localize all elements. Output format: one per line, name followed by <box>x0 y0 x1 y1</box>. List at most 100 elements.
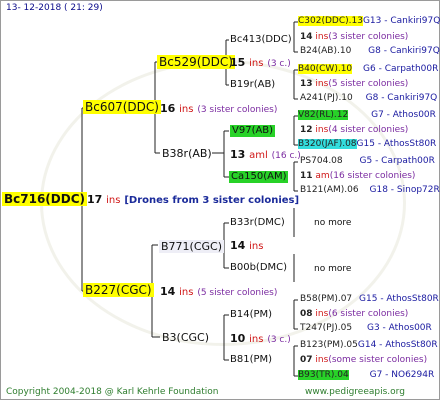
grandparent-queen-3[interactable]: B771(CGC) <box>159 240 225 253</box>
ggp-queen-6[interactable]: B00b(DMC) <box>230 263 287 273</box>
g4-2-sis: (5 sister colonies) <box>328 79 409 89</box>
site-link[interactable]: www.pedigreeapis.org <box>305 388 405 397</box>
root-count: 17 <box>87 193 103 206</box>
g4-3-bottom: B320(JAF).08G15 - AthosSt80R <box>298 139 437 149</box>
g4-3-top-id[interactable]: V82(RL).12 <box>298 110 349 120</box>
g4-4-top-loc: G5 - Carpath00R <box>359 156 435 166</box>
g4-8-sis: (some sister colonies) <box>328 355 428 365</box>
g4-7-bottom: T247(PJ).05 G3 - Athos00R <box>300 324 432 333</box>
g4-1-count-line: 14 ins(3 sister colonies) <box>300 33 408 42</box>
grandparent-4-ins-label: ins <box>249 334 264 345</box>
g4-7-count-line: 08 ins(6 sister colonies) <box>300 310 408 319</box>
g4-6-no-more: no more <box>314 264 352 274</box>
g4-8-top-id[interactable]: B123(PM).05 <box>300 340 358 350</box>
g4-4-sis: (16 sister colonies) <box>329 171 416 181</box>
mother-queen[interactable]: B227(CGC) <box>83 283 154 297</box>
ggp-queen-8[interactable]: B81(PM) <box>230 355 272 365</box>
father-ins-label: ins <box>179 104 194 115</box>
g4-1-ins: ins <box>315 32 329 42</box>
grandparent-4-count: 10 <box>230 332 246 345</box>
g4-2-bottom-id[interactable]: A241(PJ).10 <box>300 93 353 103</box>
g4-2-count-line: 13 ins(5 sister colonies) <box>300 80 408 89</box>
mother-count-line: 14 ins (5 sister colonies) <box>160 286 277 298</box>
grandparent-2-ins-label: aml <box>249 150 268 161</box>
grandparent-1-count-line: 15 ins (3 c.) <box>230 57 291 69</box>
g4-8-bottom: B93(TR).04 G7 - NO6294R <box>298 370 434 380</box>
mother-ins-label: ins <box>179 287 194 298</box>
g4-2-top-id[interactable]: B40(CW).10 <box>298 64 353 74</box>
g4-1-top-id[interactable]: C302(DDC).13 <box>298 16 363 26</box>
g4-4-bottom-loc: G18 - Sinop72R <box>369 185 440 195</box>
g4-4-count-line: 11 am(16 sister colonies) <box>300 172 415 181</box>
mother-count: 14 <box>160 285 176 298</box>
g4-8-top: B123(PM).05G14 - AthosSt80R <box>300 341 438 350</box>
g4-3-sis: (4 sister colonies) <box>328 125 409 135</box>
g4-8-ins: ins <box>315 355 329 365</box>
grandparent-2-count: 13 <box>230 148 246 161</box>
ggp-queen-1[interactable]: Bc413(DDC) <box>230 35 292 45</box>
g4-4-bottom-id[interactable]: B121(AM).06 <box>300 185 359 195</box>
grandparent-3-count-line: 14 ins <box>230 240 263 252</box>
grandparent-queen-2[interactable]: B38r(AB) <box>162 148 212 159</box>
g4-8-top-loc: G14 - AthosSt80R <box>357 340 438 350</box>
report-date: 13- 12-2018 ( 21: 29) <box>6 3 103 13</box>
ggp-queen-3[interactable]: V97(AB) <box>230 125 276 137</box>
grandparent-3-count: 14 <box>230 239 246 252</box>
g4-7-bottom-id[interactable]: T247(PJ).05 <box>300 323 352 333</box>
g4-7-ins: ins <box>315 309 329 319</box>
ggp-queen-4[interactable]: Ca150(AM) <box>229 171 289 183</box>
g4-7-top-loc: G15 - AthosSt80R <box>359 294 439 304</box>
g4-3-count: 12 <box>300 125 313 135</box>
g4-1-bottom-id[interactable]: B24(AB).10 <box>300 46 351 56</box>
g4-3-top: V82(RL).12 G7 - Athos00R <box>298 110 436 120</box>
grandparent-4-sister-colonies: (3 c.) <box>267 335 291 345</box>
mother-sister-colonies: (5 sister colonies) <box>197 288 278 298</box>
g4-4-count: 11 <box>300 171 313 181</box>
g4-1-count: 14 <box>300 32 313 42</box>
grandparent-4-count-line: 10 ins (3 c.) <box>230 333 291 345</box>
grandparent-queen-1[interactable]: Bc529(DDC) <box>157 55 235 69</box>
g4-8-count: 07 <box>300 355 313 365</box>
father-count: 16 <box>160 102 176 115</box>
grandparent-2-sister-colonies: (16 c.) <box>271 151 301 161</box>
ggp-queen-5[interactable]: B33r(DMC) <box>230 218 285 228</box>
g4-4-top-id[interactable]: PS704.08 <box>300 156 343 166</box>
g4-1-top: C302(DDC).13G13 - Cankiri97Q <box>298 16 440 26</box>
ggp-queen-7[interactable]: B14(PM) <box>230 310 272 320</box>
g4-2-top: B40(CW).10 G6 - Carpath00R <box>298 64 439 74</box>
father-sister-colonies: (3 sister colonies) <box>197 105 278 115</box>
g4-2-count: 13 <box>300 79 313 89</box>
g4-4-bottom: B121(AM).06 G18 - Sinop72R <box>300 186 440 195</box>
g4-7-top: B58(PM).07 G15 - AthosSt80R <box>300 295 439 304</box>
grandparent-2-count-line: 13 aml (16 c.) <box>230 149 301 161</box>
copyright-text: Copyright 2004-2018 @ Karl Kehrle Founda… <box>6 387 219 397</box>
g4-7-top-id[interactable]: B58(PM).07 <box>300 294 352 304</box>
g4-1-bottom: B24(AB).10 G8 - Cankiri97Q <box>300 47 440 56</box>
g4-1-sis: (3 sister colonies) <box>328 32 409 42</box>
g4-2-bottom: A241(PJ).10 G8 - Cankiri97Q <box>300 94 437 103</box>
grandparent-queen-4[interactable]: B3(CGC) <box>162 332 209 343</box>
g4-8-count-line: 07 ins(some sister colonies) <box>300 356 427 365</box>
grandparent-1-sister-colonies: (3 c.) <box>267 59 291 69</box>
g4-7-count: 08 <box>300 309 313 319</box>
g4-7-sis: (6 sister colonies) <box>328 309 409 319</box>
g4-3-bottom-loc: G15 - AthosSt80R <box>356 139 437 149</box>
g4-8-bottom-id[interactable]: B93(TR).04 <box>298 370 349 380</box>
g4-1-top-loc: G13 - Cankiri97Q <box>362 16 440 26</box>
g4-2-bottom-loc: G8 - Cankiri97Q <box>365 93 438 103</box>
g4-5-no-more: no more <box>314 218 352 228</box>
g4-2-ins: ins <box>315 79 329 89</box>
g4-7-bottom-loc: G3 - Athos00R <box>366 323 432 333</box>
g4-4-ins: am <box>315 171 330 181</box>
grandparent-1-ins-label: ins <box>249 58 264 69</box>
g4-1-bottom-loc: G8 - Cankiri97Q <box>368 46 440 56</box>
ggp-queen-2[interactable]: B19r(AB) <box>230 80 275 90</box>
g4-3-bottom-id[interactable]: B320(JAF).08 <box>298 139 357 149</box>
root-count-line: 17 ins [Drones from 3 sister colonies] <box>87 194 299 206</box>
g4-3-ins: ins <box>315 125 329 135</box>
root-drones-text: [Drones from 3 sister colonies] <box>124 195 300 206</box>
root-queen[interactable]: Bc716(DDC) <box>2 192 88 206</box>
g4-2-top-loc: G6 - Carpath00R <box>363 64 439 74</box>
g4-3-top-loc: G7 - Athos00R <box>371 110 436 120</box>
father-queen[interactable]: Bc607(DDC) <box>83 100 161 114</box>
